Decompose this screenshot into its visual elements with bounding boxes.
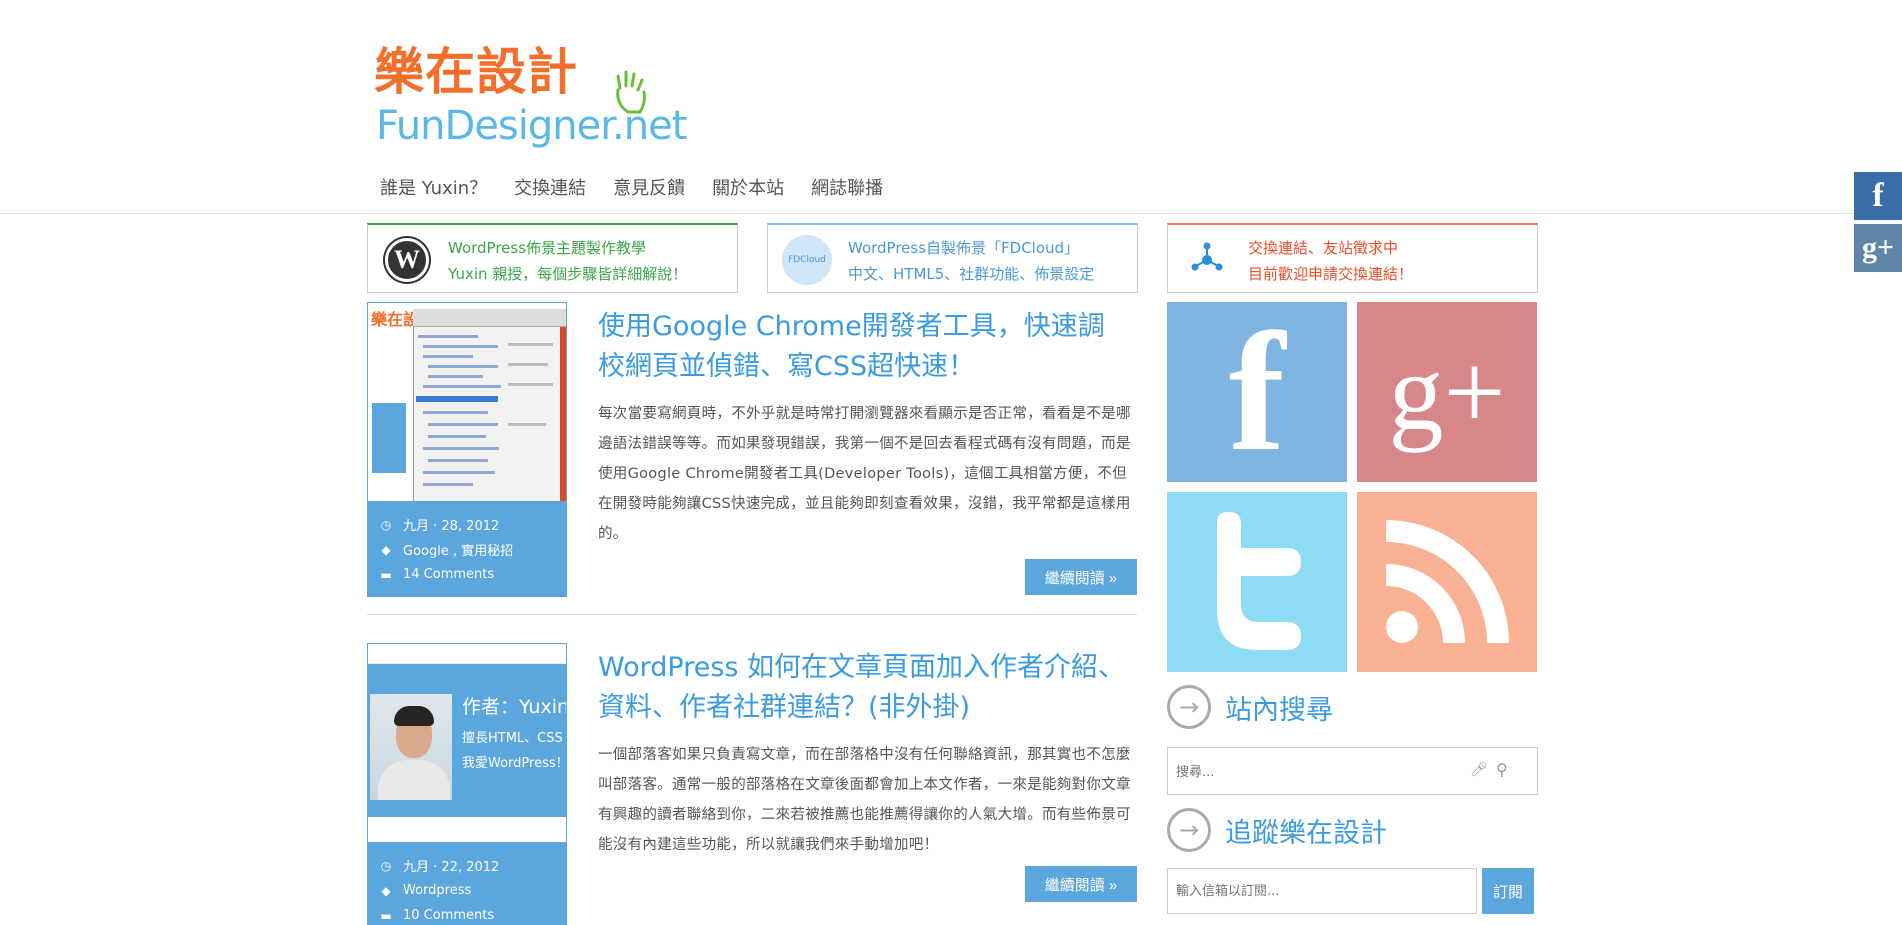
nav-item-about[interactable]: 關於本站 xyxy=(712,174,784,200)
banner-link-exchange[interactable]: 交換連結、友站徵求中 目前歡迎申請交換連結！ xyxy=(1167,223,1538,293)
post-meta: ◷ 九月 · 28, 2012 ◆ Google , 實用秘招 ▬ 14 Com… xyxy=(367,502,567,597)
banner-text: WordPress佈景主題製作教學 Yuxin 親授，每個步驟皆詳細解說！ xyxy=(448,239,688,283)
wordpress-logo-icon: W xyxy=(385,238,429,282)
post-divider xyxy=(367,614,1137,615)
read-more-button[interactable]: 繼續閱讀 » xyxy=(1025,866,1137,902)
post-title[interactable]: WordPress 如何在文章頁面加入作者介紹、資料、作者社群連結？(非外掛) xyxy=(598,648,1128,728)
twitter-tile-icon[interactable] xyxy=(1167,492,1347,672)
post-tags[interactable]: Wordpress xyxy=(403,883,471,898)
logo-chinese-text: 樂在設計 xyxy=(374,43,578,101)
nav-item-who-is-yuxin[interactable]: 誰是 Yuxin？ xyxy=(380,174,487,200)
read-more-button[interactable]: 繼續閱讀 » xyxy=(1025,559,1137,595)
network-icon xyxy=(1191,242,1223,271)
site-logo[interactable]: 樂在設計 FunDesigner.net xyxy=(374,42,687,152)
banner-text: WordPress自製佈景「FDCloud」 中文、HTML5、社群功能、佈景設… xyxy=(848,239,1095,283)
googleplus-tile-icon[interactable]: g+ xyxy=(1357,302,1537,482)
comment-icon: ▬ xyxy=(380,567,392,582)
post-comments-link[interactable]: 14 Comments xyxy=(403,567,494,582)
follow-widget-title: → 追蹤樂在設計 xyxy=(1167,808,1387,852)
subscribe-button[interactable]: 訂閱 xyxy=(1482,868,1534,914)
arrow-circle-icon: → xyxy=(1167,685,1211,729)
comment-icon: ▬ xyxy=(380,908,392,923)
banner-fdcloud-theme[interactable]: FDCloud WordPress自製佈景「FDCloud」 中文、HTML5、… xyxy=(767,223,1138,293)
rss-tile-icon[interactable] xyxy=(1357,492,1537,672)
facebook-tile-icon[interactable]: f xyxy=(1167,302,1347,482)
clock-icon: ◷ xyxy=(380,517,392,532)
post-comments-link[interactable]: 10 Comments xyxy=(403,908,494,923)
search-box: 🎤︎ ⚲ xyxy=(1167,747,1538,795)
post-thumbnail[interactable]: 樂在設計 xyxy=(367,302,567,502)
twitter-icon xyxy=(1217,512,1301,650)
arrow-circle-icon: → xyxy=(1167,808,1211,852)
post-excerpt: 每次當要寫網頁時，不外乎就是時常打開瀏覽器來看顯示是否正常，看看是不是哪邊語法錯… xyxy=(598,406,1131,542)
post-card: 作者：Yuxin 擅長HTML、CSS 我愛WordPress！ ◷ 九月 · … xyxy=(367,643,1137,925)
post-date: 九月 · 22, 2012 xyxy=(403,860,500,875)
post-date: 九月 · 28, 2012 xyxy=(403,519,500,534)
tag-icon: ◆ xyxy=(381,542,391,557)
author-photo xyxy=(370,694,452,800)
thumbnail-author-name: 作者：Yuxin xyxy=(462,696,567,718)
tag-icon: ◆ xyxy=(381,883,391,898)
search-icon[interactable]: ⚲ xyxy=(1496,760,1508,779)
fdcloud-icon: FDCloud xyxy=(782,235,832,285)
subscribe-email-input[interactable] xyxy=(1167,868,1477,914)
floating-social-bar: f g+ xyxy=(1854,172,1902,276)
nav-item-feedback[interactable]: 意見反饋 xyxy=(613,174,685,200)
banner-wordpress-tutorial[interactable]: W WordPress佈景主題製作教學 Yuxin 親授，每個步驟皆詳細解說！ xyxy=(367,223,738,293)
social-tiles: f g+ xyxy=(1167,302,1538,672)
post-tags[interactable]: Google , 實用秘招 xyxy=(403,540,513,559)
rss-icon xyxy=(1385,520,1509,644)
nav-item-blog-feed[interactable]: 網誌聯播 xyxy=(811,174,883,200)
clock-icon: ◷ xyxy=(380,858,392,873)
post-excerpt: 一個部落客如果只負責寫文章，而在部落格中沒有任何聯絡資訊，那其實也不怎麼叫部落客… xyxy=(598,747,1131,853)
microphone-icon[interactable]: 🎤︎ xyxy=(1470,762,1488,778)
main-nav: 誰是 Yuxin？ 交換連結 意見反饋 關於本站 網誌聯播 xyxy=(380,174,910,200)
facebook-icon[interactable]: f xyxy=(1854,172,1902,220)
search-widget-title: → 站內搜尋 xyxy=(1167,685,1333,729)
googleplus-icon[interactable]: g+ xyxy=(1854,224,1902,272)
post-meta: ◷ 九月 · 22, 2012 ◆ Wordpress ▬ 10 Comment… xyxy=(367,843,567,925)
search-input[interactable] xyxy=(1176,760,1456,784)
post-thumbnail[interactable]: 作者：Yuxin 擅長HTML、CSS 我愛WordPress！ xyxy=(367,643,567,843)
nav-item-link-exchange[interactable]: 交換連結 xyxy=(514,174,586,200)
post-card: 樂在設計 ◷ 九月 · 28, 2012 ◆ Google , 實用秘招 ▬ 1… xyxy=(367,302,1137,597)
hand-pointer-icon xyxy=(616,70,646,114)
banner-text: 交換連結、友站徵求中 目前歡迎申請交換連結！ xyxy=(1248,239,1414,283)
post-title[interactable]: 使用Google Chrome開發者工具，快速調校網頁並偵錯、寫CSS超快速！ xyxy=(598,307,1128,387)
header-divider xyxy=(0,213,1902,214)
